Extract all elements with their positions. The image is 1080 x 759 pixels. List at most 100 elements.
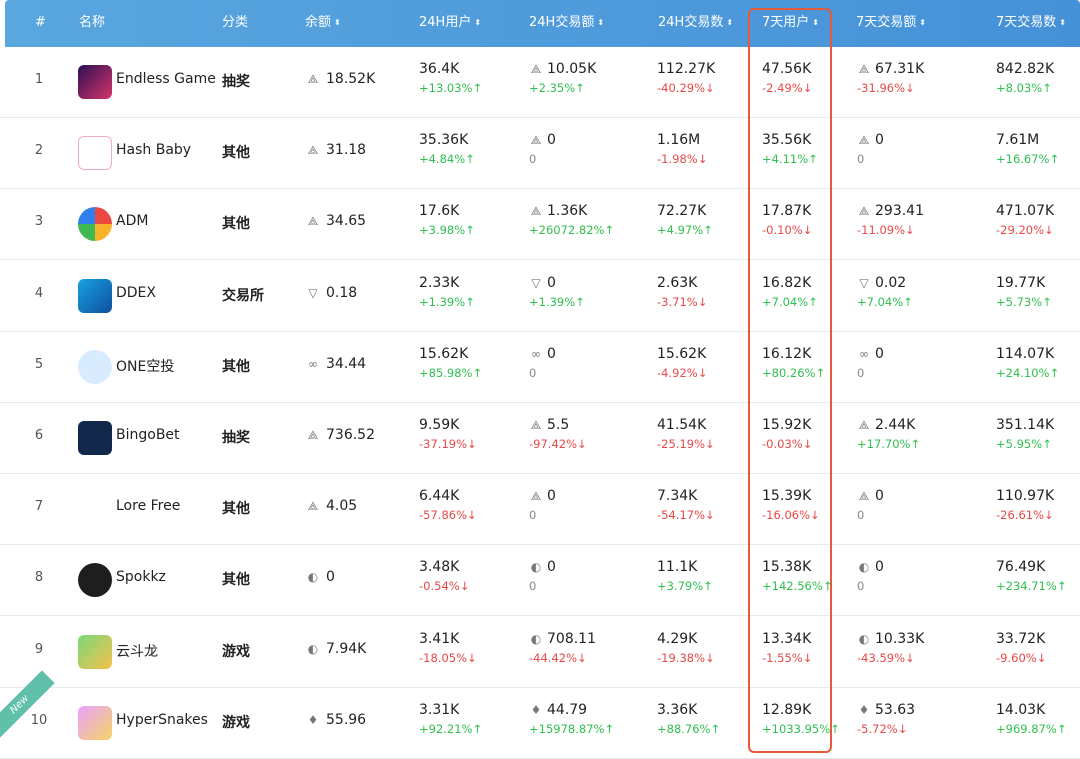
tx-7d-value: 351.14K (996, 417, 1055, 433)
eos-icon: ⟁ (858, 418, 870, 432)
dapp-name-link[interactable]: BingoBet (116, 427, 180, 443)
dapp-logo[interactable] (78, 349, 112, 384)
dapp-logo[interactable] (78, 421, 112, 455)
change-value: +5.73% (996, 294, 1043, 309)
tx-7d-value: 19.77K (996, 274, 1046, 291)
change-value: +234.71% (996, 579, 1057, 594)
dapp-logo[interactable] (78, 136, 112, 171)
change-value: 0 (857, 508, 865, 523)
arrow-up-icon: ↑ (472, 721, 483, 736)
iost-icon: ◐ (530, 631, 542, 646)
dapp-name-link[interactable]: ADM (116, 213, 148, 229)
users-24h-value: 3.48K (419, 559, 460, 576)
arrow-up-icon: ↑ (1049, 152, 1060, 167)
dapp-logo[interactable] (78, 492, 112, 527)
arrow-up-icon: ↑ (1056, 579, 1067, 594)
dapp-name-link[interactable]: Hash Baby (116, 142, 191, 158)
table-row[interactable]: 3 ADM 其他 ⟁ 34.65 17.6K +3.98%↑ ⟁ 1.36K +2607… (0, 189, 1080, 261)
change-value: -97.42% (529, 437, 577, 451)
dapp-name-link[interactable]: HyperSnakes (116, 712, 208, 728)
balance: ⟁ 31.18 (307, 142, 367, 159)
arrow-down-icon: ↓ (697, 294, 708, 309)
sort-icon: ⬍ (597, 18, 605, 27)
users-7d-value: 17.87K (762, 203, 812, 220)
table-row[interactable]: 10 HyperSnakes 游戏 ♦ 55.96 3.31K +92.21%↑ ♦… (0, 688, 1080, 759)
dapp-name-link[interactable]: Spokkz (116, 569, 166, 585)
arrow-up-icon: ↑ (1042, 294, 1052, 309)
volume-24h-cell: ⟁ 0 0 (529, 488, 556, 522)
tx-7d-value: 110.97K (996, 488, 1055, 505)
dapp-name-link[interactable]: Lore Free (116, 498, 180, 514)
tx-24h-value: 4.29K (657, 630, 698, 647)
volume-24h-cell: ◐ 0 0 (529, 559, 556, 593)
tx-7d-value: 7.61M (996, 132, 1040, 149)
arrow-down-icon: ↓ (1044, 223, 1054, 238)
arrow-down-icon: ↓ (1044, 508, 1054, 523)
dapp-logo[interactable] (78, 207, 112, 242)
dapp-name-link[interactable]: ONE空投 (116, 356, 174, 376)
table-row[interactable]: 8 Spokkz 其他 ◐ 0 3.48K -0.54%↓ ◐ 0 0 11.1K +3.… (0, 545, 1080, 617)
users-24h-value: 6.44K (419, 488, 460, 505)
header-balance-sort[interactable]: 余额 ⬍ (305, 0, 341, 47)
balance: ⟁ 4.05 (307, 498, 358, 515)
arrow-up-icon: ↑ (1049, 365, 1060, 380)
dapp-logo[interactable] (78, 705, 112, 740)
users-7d-cell: 16.82K +7.04%↑ (762, 275, 818, 309)
volume-7d-cell: ⟁ 293.41 -11.09%↓ (857, 203, 924, 237)
tx-24h-value: 3.36K (657, 701, 698, 718)
arrow-up-icon: ↑ (815, 365, 826, 380)
arrow-down-icon: ↓ (705, 81, 715, 95)
volume-24h-value: 708.11 (547, 630, 596, 647)
change-value: +24.10% (996, 365, 1050, 380)
balance: ♦ 55.96 (307, 711, 367, 728)
dapp-name-link[interactable]: Endless Game (116, 71, 216, 87)
rank: 8 (34, 570, 44, 586)
tx-24h-cell: 3.36K +88.76%↑ (657, 702, 720, 736)
tx-7d-value: 471.07K (996, 203, 1055, 220)
table-row[interactable]: 2 Hash Baby 其他 ⟁ 31.18 35.36K +4.84%↑ ⟁ 0 0 … (0, 118, 1080, 190)
table-row[interactable]: 9 云斗龙 游戏 ◐ 7.94K 3.41K -18.05%↓ ◐ 708.11 -44… (0, 617, 1080, 688)
change-value: -0.54% (419, 579, 460, 594)
dapp-name-link[interactable]: 云斗龙 (116, 641, 158, 661)
table-row[interactable]: 7 Lore Free 其他 ⟁ 4.05 6.44K -57.86%↓ ⟁ 0 0 7… (0, 474, 1080, 546)
users-24h-cell: 17.6K +3.98%↑ (419, 203, 475, 237)
table-row[interactable]: 1 Endless Game 抽奖 ⟁ 18.52K 36.4K +13.03%↑ … (0, 47, 1080, 118)
header-users-7d-sort[interactable]: 7天用户 ⬍ (762, 0, 819, 47)
header-tx-7d-sort[interactable]: 7天交易数 ⬍ (996, 0, 1066, 47)
sort-icon: ⬍ (812, 18, 819, 27)
arrow-up-icon: ↑ (903, 294, 913, 309)
sort-icon: ⬍ (1059, 18, 1066, 27)
dapp-logo[interactable] (78, 278, 112, 313)
volume-24h-value: 44.79 (547, 701, 588, 718)
rank: 10 (30, 712, 48, 728)
table-row[interactable]: 5 ONE空投 其他 ∞ 34.44 15.62K +85.98%↑ ∞ 0 0 15.… (0, 332, 1080, 403)
dapp-logo[interactable] (78, 634, 112, 669)
tx-7d-cell: 351.14K +5.95%↑ (996, 417, 1054, 451)
table-row[interactable]: 6 BingoBet 抽奖 ⟁ 736.52 9.59K -37.19%↓ ⟁ 5.5… (0, 403, 1080, 474)
volume-7d-value: 10.33K (875, 630, 925, 647)
header-volume-7d-sort[interactable]: 7天交易额 ⬍ (856, 0, 926, 47)
dapp-logo[interactable] (78, 563, 112, 598)
volume-24h-value: 0 (547, 274, 556, 291)
dapp-name-link[interactable]: DDEX (116, 285, 156, 301)
tx-24h-value: 72.27K (657, 203, 707, 220)
header-tx-24h-sort[interactable]: 24H交易数 ⬍ (658, 0, 733, 47)
users-7d-cell: 35.56K +4.11%↑ (762, 132, 818, 166)
dapp-logo[interactable] (78, 65, 112, 99)
users-7d-value: 47.56K (762, 61, 812, 77)
arrow-up-icon: ↑ (604, 721, 615, 736)
rank: 4 (34, 285, 44, 301)
arrow-up-icon: ↑ (472, 81, 483, 95)
arrow-down-icon: ↓ (905, 81, 915, 95)
change-value: +17.70% (857, 437, 911, 451)
tx-7d-value: 114.07K (996, 345, 1055, 362)
tx-24h-cell: 7.34K -54.17%↓ (657, 488, 715, 522)
tx-7d-cell: 7.61M +16.67%↑ (996, 132, 1059, 166)
table-row[interactable]: 4 DDEX 交易所 ▽ 0.18 2.33K +1.39%↑ ▽ 0 +1.39%↑ … (0, 261, 1080, 332)
arrow-down-icon: ↓ (459, 579, 470, 594)
header-volume-24h-sort[interactable]: 24H交易额 ⬍ (529, 0, 604, 47)
tron-icon: ▽ (859, 275, 869, 290)
header-users-24h-sort[interactable]: 24H用户 ⬍ (419, 0, 481, 47)
eos-icon: ⟁ (530, 133, 542, 148)
arrow-up-icon: ↑ (822, 579, 833, 594)
